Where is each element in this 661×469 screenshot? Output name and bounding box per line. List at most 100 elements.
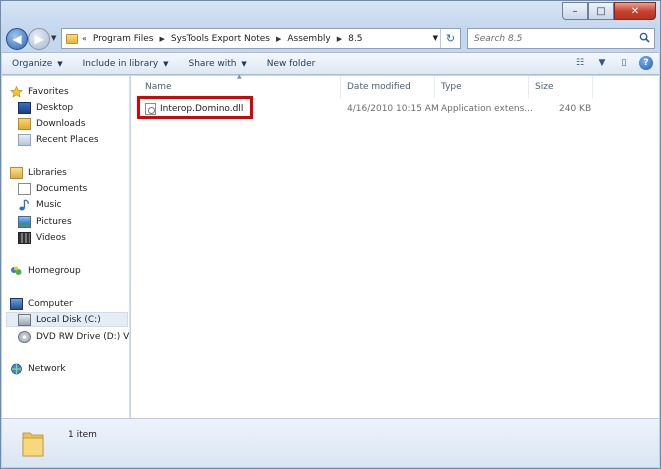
dvd-drive-icon <box>18 331 31 343</box>
recent-pages-dropdown[interactable]: ▼ <box>51 34 56 42</box>
file-date-cell: 4/16/2010 10:15 AM <box>347 103 439 114</box>
column-header-name[interactable]: Name ▲ <box>131 73 341 98</box>
file-type-cell: Application extens... <box>441 103 533 114</box>
sidebar-item-network[interactable]: Network <box>10 363 66 375</box>
views-dropdown[interactable]: ▼ <box>595 56 609 70</box>
chevron-down-icon: ▼ <box>57 59 63 68</box>
toolbar-right: ☷ ▼ ▯ ? <box>573 56 653 70</box>
back-button[interactable]: ◀ <box>6 28 28 50</box>
refresh-button[interactable]: ↻ <box>440 29 460 48</box>
new-folder-button[interactable]: New folder <box>257 59 326 69</box>
organize-button[interactable]: Organize ▼ <box>2 59 73 69</box>
sidebar-item-favorites[interactable]: Favorites <box>10 85 69 98</box>
navigation-pane: Favorites Desktop Downloads Recent Place… <box>2 76 130 418</box>
sidebar-item-label: Local Disk (C:) <box>36 315 101 325</box>
music-icon <box>18 199 31 211</box>
videos-icon <box>18 232 31 244</box>
include-in-library-label: Include in library <box>82 58 159 69</box>
sidebar-item-label: Computer <box>28 299 73 309</box>
address-bar[interactable]: « Program Files ▶ SysTools Export Notes ▶ … <box>61 28 461 49</box>
breadcrumb-label: Assembly <box>287 33 331 44</box>
sidebar-item-label: Pictures <box>36 217 72 227</box>
sidebar-item-pictures[interactable]: Pictures <box>18 216 72 228</box>
desktop-icon <box>18 102 31 114</box>
sidebar-item-computer[interactable]: Computer <box>10 298 73 310</box>
address-dropdown[interactable]: ▼ <box>433 34 438 42</box>
sidebar-item-label: Recent Places <box>36 135 99 145</box>
sidebar-item-homegroup[interactable]: Homegroup <box>10 265 81 277</box>
sidebar-item-documents[interactable]: Documents <box>18 183 87 195</box>
libraries-icon <box>10 167 23 179</box>
sidebar-item-libraries[interactable]: Libraries <box>10 167 67 179</box>
breadcrumb-8-5[interactable]: 8.5 <box>348 34 362 44</box>
breadcrumb-label: Program Files <box>92 33 154 44</box>
breadcrumb-label: SysTools Export Notes <box>170 33 270 44</box>
include-in-library-button[interactable]: Include in library ▼ <box>73 59 179 69</box>
column-type-label: Type <box>441 82 462 92</box>
column-header-type[interactable]: Type <box>435 76 529 98</box>
column-size-label: Size <box>535 82 554 92</box>
chevron-down-icon: ▼ <box>241 59 247 68</box>
computer-icon <box>10 298 23 310</box>
maximize-button[interactable]: □ <box>588 2 614 20</box>
explorer-window: – □ ✕ ◀ ▶ ▼ « Program Files ▶ SysTools Ex… <box>0 0 661 469</box>
folder-icon <box>66 33 78 44</box>
file-list: Name ▲ Date modified Type Size Interop.D… <box>131 73 659 418</box>
search-input[interactable]: Search 8.5 <box>467 28 655 49</box>
sidebar-item-music[interactable]: Music <box>18 199 62 211</box>
column-name-label: Name <box>145 82 172 92</box>
network-icon <box>10 363 23 375</box>
column-date-label: Date modified <box>347 82 411 92</box>
breadcrumb-assembly[interactable]: Assembly ▶ <box>287 34 342 44</box>
title-bar: – □ ✕ <box>1 1 660 25</box>
sort-up-icon: ▲ <box>237 73 242 80</box>
sidebar-item-recent-places[interactable]: Recent Places <box>18 134 99 146</box>
breadcrumb-program-files[interactable]: Program Files ▶ <box>93 34 165 44</box>
documents-icon <box>18 183 31 195</box>
breadcrumb-label: 8.5 <box>348 33 363 44</box>
sidebar-item-local-disk[interactable]: Local Disk (C:) <box>18 314 101 326</box>
close-button[interactable]: ✕ <box>614 2 656 20</box>
chevron-down-icon: ▼ <box>163 59 169 68</box>
folder-icon <box>22 432 44 457</box>
search-placeholder: Search 8.5 <box>474 33 523 44</box>
sidebar-item-label: Favorites <box>28 87 69 97</box>
sidebar-item-dvd-drive[interactable]: DVD RW Drive (D:) V <box>18 331 129 343</box>
organize-label: Organize <box>12 58 53 69</box>
sidebar-item-label: Libraries <box>28 168 67 178</box>
sidebar-item-label: Documents <box>36 184 88 194</box>
star-icon <box>10 85 23 98</box>
minimize-button[interactable]: – <box>562 2 588 20</box>
chevron-right-icon[interactable]: ▶ <box>276 35 281 43</box>
views-icon[interactable]: ☷ <box>573 56 587 70</box>
sidebar-item-desktop[interactable]: Desktop <box>18 102 73 114</box>
address-row: ◀ ▶ ▼ « Program Files ▶ SysTools Export N… <box>1 25 660 51</box>
command-bar: Organize ▼ Include in library ▼ Share wi… <box>2 52 659 75</box>
sidebar-item-label: DVD RW Drive (D:) V <box>36 332 130 342</box>
sidebar-item-videos[interactable]: Videos <box>18 232 66 244</box>
column-header-date-modified[interactable]: Date modified <box>341 76 435 98</box>
help-icon[interactable]: ? <box>639 56 653 70</box>
chevron-right-icon[interactable]: ▶ <box>337 35 342 43</box>
sidebar-item-label: Desktop <box>36 103 74 113</box>
forward-button[interactable]: ▶ <box>28 28 50 50</box>
breadcrumb-overflow[interactable]: « <box>82 34 87 43</box>
share-with-button[interactable]: Share with ▼ <box>179 59 257 69</box>
recent-places-icon <box>18 134 31 146</box>
chevron-right-icon[interactable]: ▶ <box>160 35 165 43</box>
pictures-icon <box>18 216 31 228</box>
window-controls: – □ ✕ <box>562 2 656 20</box>
preview-pane-icon[interactable]: ▯ <box>617 56 631 70</box>
sidebar-item-label: Videos <box>36 233 66 243</box>
details-pane: 1 item <box>2 418 659 467</box>
column-header-size[interactable]: Size <box>529 76 593 98</box>
sidebar-item-label: Music <box>36 200 62 210</box>
sidebar-item-label: Homegroup <box>28 266 81 276</box>
search-icon[interactable] <box>639 32 650 43</box>
item-count: 1 item <box>68 430 97 440</box>
sidebar-item-label: Downloads <box>36 119 86 129</box>
file-size-cell: 240 KB <box>559 103 592 114</box>
sidebar-item-downloads[interactable]: Downloads <box>18 118 85 130</box>
homegroup-icon <box>10 265 23 277</box>
breadcrumb-systools[interactable]: SysTools Export Notes ▶ <box>171 34 281 44</box>
